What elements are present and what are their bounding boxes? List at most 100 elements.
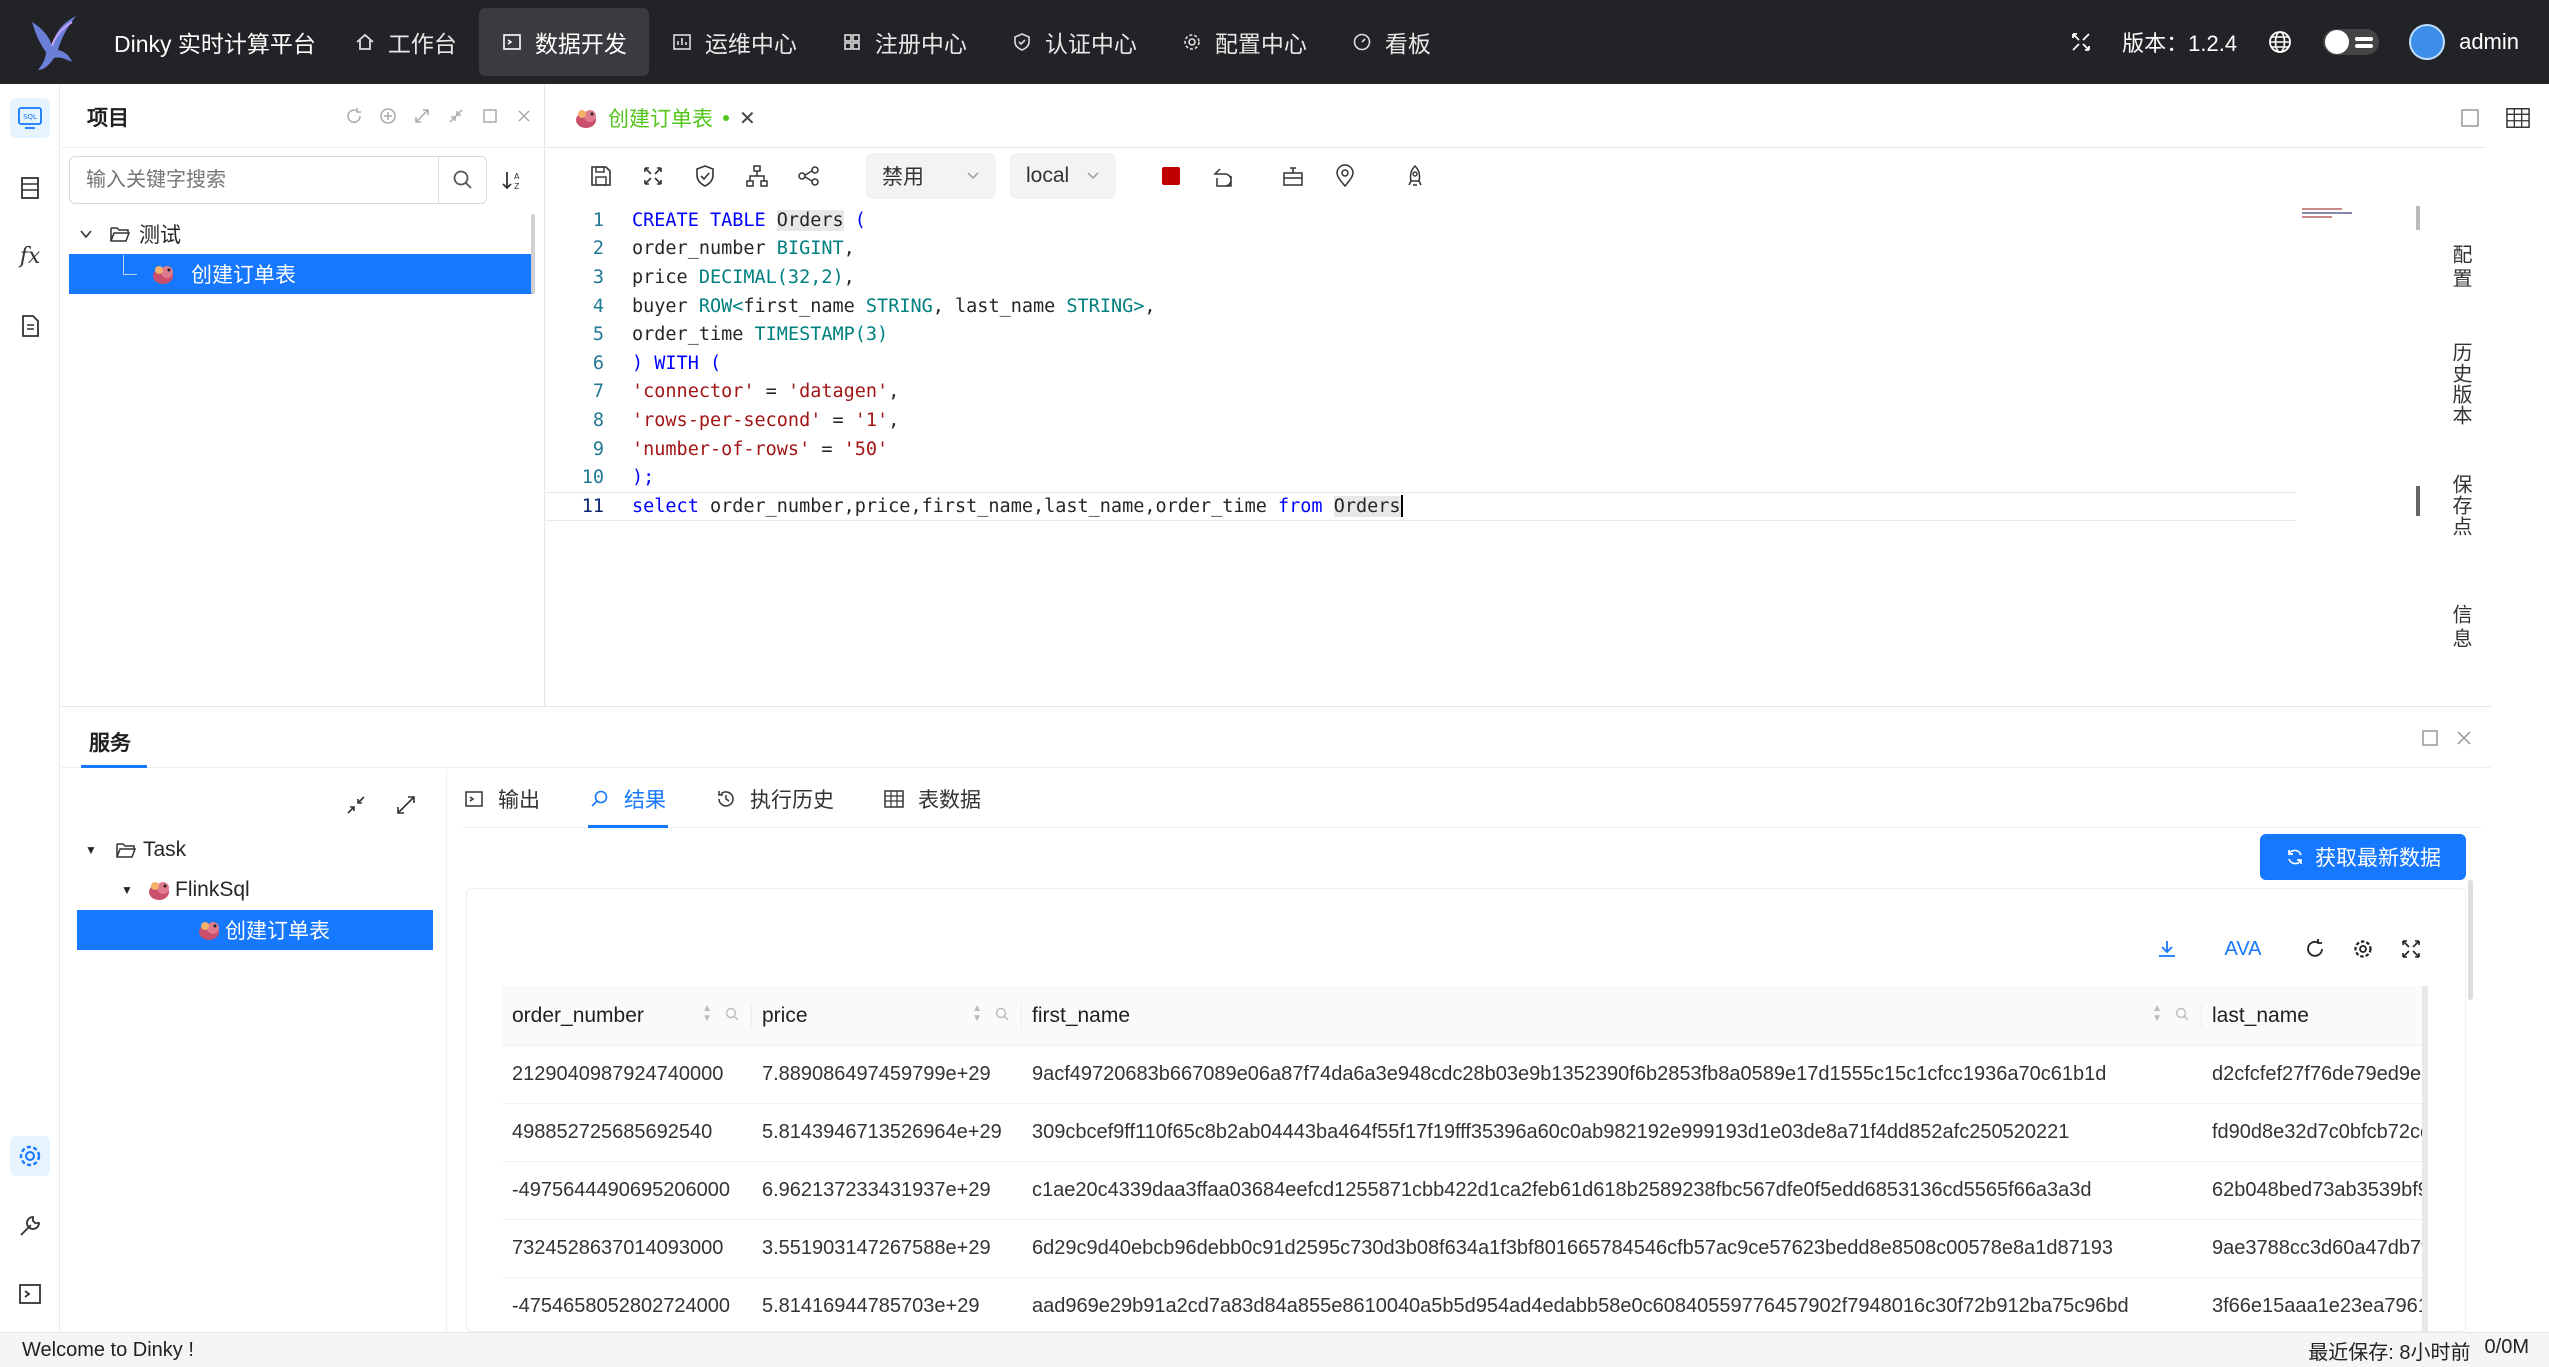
settings-gear-icon[interactable]: [10, 1136, 50, 1176]
document-icon[interactable]: [10, 306, 50, 346]
theme-toggle[interactable]: [2323, 29, 2380, 55]
flow-tree-icon[interactable]: [744, 163, 770, 189]
sort-icon[interactable]: AZ: [501, 168, 525, 198]
tree-folder-row[interactable]: ▼ Task: [75, 830, 435, 870]
table-icon: [884, 789, 904, 808]
tree-file-row-selected[interactable]: 创建订单表: [69, 254, 533, 294]
settings-icon[interactable]: [2348, 934, 2378, 964]
rollback-icon[interactable]: [1210, 163, 1236, 189]
table-cell: 7.889086497459799e+29: [752, 1046, 1022, 1104]
tab-table-data[interactable]: 表数据: [882, 770, 983, 828]
tab-output[interactable]: 输出: [462, 770, 542, 828]
chevron-down-icon[interactable]: [79, 227, 99, 241]
maximize-editor-icon[interactable]: [2458, 106, 2482, 130]
search-icon: [590, 789, 610, 809]
nav-ops[interactable]: 运维中心: [649, 8, 819, 76]
fetch-label: 获取最新数据: [2315, 847, 2441, 870]
nav-registry[interactable]: 注册中心: [819, 8, 989, 76]
maximize-icon[interactable]: [2421, 729, 2439, 747]
wrench-icon[interactable]: [10, 1206, 50, 1246]
console-icon[interactable]: [10, 1274, 50, 1314]
column-header-first-name[interactable]: first_name ▲ ▼: [1022, 986, 2202, 1046]
check-shield-icon[interactable]: [692, 163, 718, 189]
close-tab-icon[interactable]: ✕: [739, 106, 756, 131]
table-scrollbar[interactable]: [2422, 986, 2428, 1332]
search-input[interactable]: [70, 157, 438, 203]
editor-scrollbar-top[interactable]: [2416, 206, 2420, 230]
reload-icon[interactable]: [2300, 934, 2330, 964]
stop-icon[interactable]: [1158, 163, 1184, 189]
sql-icon[interactable]: SQL: [10, 98, 50, 138]
nav-data-dev[interactable]: 数据开发: [478, 8, 649, 76]
sort-caret-icon[interactable]: ▲ ▼: [972, 1004, 982, 1024]
caret-down-icon[interactable]: ▼: [85, 843, 109, 857]
search-filter-icon[interactable]: [724, 1004, 740, 1028]
column-header-price[interactable]: price ▲ ▼: [752, 986, 1022, 1046]
tab-label: 表数据: [918, 788, 981, 812]
project-header-tools: [344, 106, 534, 126]
tree-scrollbar[interactable]: [531, 214, 535, 294]
column-header-order-number[interactable]: order_number ▲ ▼: [502, 986, 752, 1046]
fullscreen-icon[interactable]: [2396, 934, 2426, 964]
env-select[interactable]: local: [1010, 153, 1116, 199]
history-icon: [716, 789, 736, 809]
mode-select[interactable]: 禁用: [866, 153, 996, 199]
add-circle-icon[interactable]: [378, 106, 398, 126]
right-tab-history[interactable]: 历史版本: [2440, 342, 2480, 426]
column-header-last-name[interactable]: last_name: [2202, 986, 2422, 1046]
save-icon[interactable]: [588, 163, 614, 189]
globe-icon[interactable]: [2267, 29, 2293, 55]
close-icon[interactable]: [514, 106, 534, 126]
fetch-latest-data-button[interactable]: 获取最新数据: [2260, 834, 2466, 880]
search-filter-icon[interactable]: [994, 1004, 1010, 1028]
caret-down-icon[interactable]: ▼: [121, 883, 145, 897]
collapse-icon[interactable]: [446, 106, 466, 126]
function-icon[interactable]: fx: [10, 236, 50, 276]
table-cell: d2cfcfef27f76de79ed9ee5e: [2202, 1046, 2422, 1104]
refresh-icon[interactable]: [344, 106, 364, 126]
user-menu[interactable]: admin: [2409, 24, 2519, 60]
collapse-all-icon[interactable]: [345, 794, 367, 816]
tree-leaf-row-selected[interactable]: 创建订单表: [77, 910, 433, 950]
maximize-icon[interactable]: [480, 106, 500, 126]
tree-node-row[interactable]: ▼ FlinkSql: [75, 870, 435, 910]
close-icon[interactable]: [2455, 729, 2473, 747]
tree-folder-row[interactable]: 测试: [69, 214, 533, 254]
sort-caret-icon[interactable]: ▲ ▼: [2152, 1004, 2162, 1024]
robot-icon[interactable]: [1280, 163, 1306, 189]
sort-caret-icon[interactable]: ▲ ▼: [702, 1004, 712, 1024]
editor-scrollbar-marker[interactable]: [2416, 486, 2420, 516]
nav-dashboard[interactable]: 看板: [1329, 8, 1453, 76]
table-cell: aad969e29b91a2cd7a83d84a855e8610040a5b5d…: [1022, 1278, 2202, 1332]
nav-config[interactable]: 配置中心: [1159, 8, 1329, 76]
location-pin-icon[interactable]: [1332, 163, 1358, 189]
right-tab-config[interactable]: 配置: [2440, 244, 2480, 292]
table-view-icon[interactable]: [2506, 106, 2530, 130]
editor-tab-active[interactable]: 创建订单表 ✕: [572, 98, 756, 138]
tab-result[interactable]: 结果: [588, 770, 668, 828]
database-icon[interactable]: [10, 168, 50, 208]
editor-tab-label: 创建订单表: [608, 108, 713, 131]
dinky-logo-icon[interactable]: [24, 9, 84, 75]
right-tab-label: 配置: [2449, 244, 2471, 292]
code-minimap[interactable]: [2302, 206, 2368, 228]
download-icon[interactable]: [2152, 934, 2182, 964]
ava-button[interactable]: AVA: [2220, 934, 2266, 964]
nav-auth[interactable]: 认证中心: [989, 8, 1159, 76]
project-search: [69, 156, 487, 204]
tab-history[interactable]: 执行历史: [714, 770, 836, 828]
fullscreen-icon[interactable]: [640, 163, 666, 189]
result-scrollbar[interactable]: [2468, 880, 2473, 1000]
nav-label: 数据开发: [534, 31, 627, 57]
sql-code-editor[interactable]: 1 CREATE TABLE Orders ( 2 order_number BIG…: [546, 204, 2486, 704]
rocket-icon[interactable]: [1402, 163, 1428, 189]
search-filter-icon[interactable]: [2174, 1004, 2190, 1028]
lineage-icon[interactable]: [796, 163, 822, 189]
nav-workbench[interactable]: 工作台: [332, 8, 479, 76]
right-tab-info[interactable]: 信息: [2440, 604, 2480, 652]
fullscreen-icon[interactable]: [2070, 31, 2092, 53]
right-tab-savepoint[interactable]: 保存点: [2440, 474, 2480, 537]
expand-all-icon[interactable]: [395, 794, 417, 816]
expand-icon[interactable]: [412, 106, 432, 126]
search-button[interactable]: [438, 157, 486, 203]
